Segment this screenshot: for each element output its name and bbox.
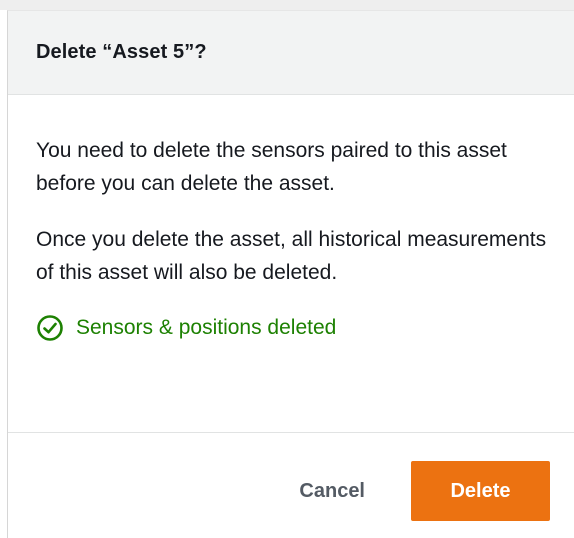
delete-asset-dialog: Delete “Asset 5”? You need to delete the… <box>7 10 574 538</box>
status-row: Sensors & positions deleted <box>36 313 554 343</box>
check-circle-icon <box>36 314 64 342</box>
sensor-warning-text: You need to delete the sensors paired to… <box>36 139 507 195</box>
dialog-footer: Cancel Delete <box>8 461 574 521</box>
footer-divider <box>8 432 574 433</box>
dialog-body: You need to delete the sensors paired to… <box>8 95 574 343</box>
background-edge <box>0 0 574 10</box>
history-warning-text: Once you delete the asset, all historica… <box>36 228 547 284</box>
dialog-title: Delete “Asset 5”? <box>36 41 207 63</box>
status-text: Sensors & positions deleted <box>76 316 337 339</box>
dialog-header: Delete “Asset 5”? <box>8 11 574 95</box>
page: Delete “Asset 5”? You need to delete the… <box>0 0 574 538</box>
cancel-button[interactable]: Cancel <box>279 461 385 521</box>
delete-button[interactable]: Delete <box>411 461 550 521</box>
